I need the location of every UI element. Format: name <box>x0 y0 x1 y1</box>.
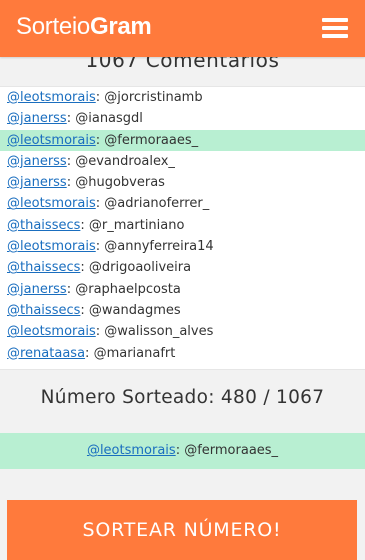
comment-row: @leotsmorais: @jorcristinamb <box>0 87 365 108</box>
comment-user-link[interactable]: @renataasa <box>7 346 85 361</box>
comment-text: @marianafrt <box>93 345 176 361</box>
menu-bar <box>322 26 348 30</box>
winner-user-link[interactable]: @leotsmorais <box>87 443 176 458</box>
comment-user-link[interactable]: @leotsmorais <box>7 324 96 339</box>
comment-text: @wandagmes <box>88 302 181 318</box>
winner-separator: : <box>175 443 185 458</box>
comment-text: @raphaelpcosta <box>75 281 181 297</box>
comment-separator: : <box>85 345 94 361</box>
drawn-number-title: Número Sorteado: 480 / 1067 <box>40 387 325 408</box>
comment-separator: : <box>95 196 105 212</box>
comment-separator: : <box>80 217 89 233</box>
comment-row: @leotsmorais: @annyferreira14 <box>0 236 365 257</box>
comment-row: @thaissecs: @r_martiniano <box>0 215 365 236</box>
comment-separator: : <box>80 260 89 276</box>
logo-text-light: Sorteio <box>16 13 90 40</box>
comment-row: @janerss: @hugobveras <box>0 172 365 193</box>
comment-user-link[interactable]: @janerss <box>7 175 67 190</box>
app-logo[interactable]: SorteioGram <box>16 13 152 41</box>
comment-text: @adrianoferrer_ <box>104 196 210 212</box>
comment-user-link[interactable]: @leotsmorais <box>7 196 96 211</box>
comment-row: @renataasa: @marianafrt <box>0 343 365 364</box>
comment-row: @janerss: @ianasgdl <box>0 108 365 129</box>
comment-separator: : <box>95 132 105 148</box>
comment-separator: : <box>95 324 105 340</box>
hamburger-menu-icon[interactable] <box>322 16 350 40</box>
comment-text: @drigoaoliveira <box>88 260 192 276</box>
comment-text: @jorcristinamb <box>104 90 203 105</box>
logo-text-bold: Gram <box>89 13 152 40</box>
comment-separator: : <box>80 302 89 318</box>
comment-row: @janerss: @raphaelpcosta <box>0 279 365 300</box>
app-header: SorteioGram <box>0 0 365 57</box>
comment-text: @r_martiniano <box>88 217 185 233</box>
comment-user-link[interactable]: @janerss <box>7 282 67 297</box>
comment-text: @annyferreira14 <box>104 239 214 255</box>
comment-text: @fermoraaes_ <box>104 132 199 148</box>
winner-comment-text: @fermoraaes_ <box>184 443 279 458</box>
comment-user-link[interactable]: @leotsmorais <box>7 90 96 105</box>
comments-list[interactable]: @leotsmorais: @jorcristinamb @janerss: @i… <box>0 86 365 370</box>
comment-user-link[interactable]: @leotsmorais <box>7 239 96 254</box>
comment-row: @janerss: @evandroalex_ <box>0 151 365 172</box>
comment-separator: : <box>66 153 76 169</box>
comment-separator: : <box>66 111 76 127</box>
comment-text: @hugobveras <box>75 175 165 191</box>
comment-user-link[interactable]: @janerss <box>7 111 67 126</box>
winner-comment: @leotsmorais: @fermoraaes_ <box>0 433 365 469</box>
comment-user-link[interactable]: @thaissecs <box>7 260 80 275</box>
comment-text: @ianasgdl <box>75 111 143 127</box>
draw-number-button[interactable]: SORTEAR NÚMERO! <box>7 500 357 560</box>
comment-row: @thaissecs: @drigoaoliveira <box>0 257 365 278</box>
comment-separator: : <box>95 90 105 105</box>
comment-separator: : <box>95 239 105 255</box>
menu-bar <box>322 18 348 22</box>
comment-separator: : <box>66 175 76 191</box>
comment-user-link[interactable]: @thaissecs <box>7 218 80 233</box>
comment-row: @thaissecs: @wandagmes <box>0 300 365 321</box>
comment-text: @walisson_alves <box>104 324 214 340</box>
menu-bar <box>322 34 348 38</box>
comment-row: @leotsmorais: @fermoraaes_ <box>0 129 365 151</box>
comment-text: @evandroalex_ <box>75 153 175 169</box>
comment-user-link[interactable]: @thaissecs <box>7 303 80 318</box>
comment-user-link[interactable]: @leotsmorais <box>7 133 96 148</box>
comment-row: @leotsmorais: @adrianoferrer_ <box>0 193 365 214</box>
comment-row: @leotsmorais: @walisson_alves <box>0 321 365 342</box>
comment-separator: : <box>66 281 76 297</box>
comment-user-link[interactable]: @janerss <box>7 154 67 169</box>
